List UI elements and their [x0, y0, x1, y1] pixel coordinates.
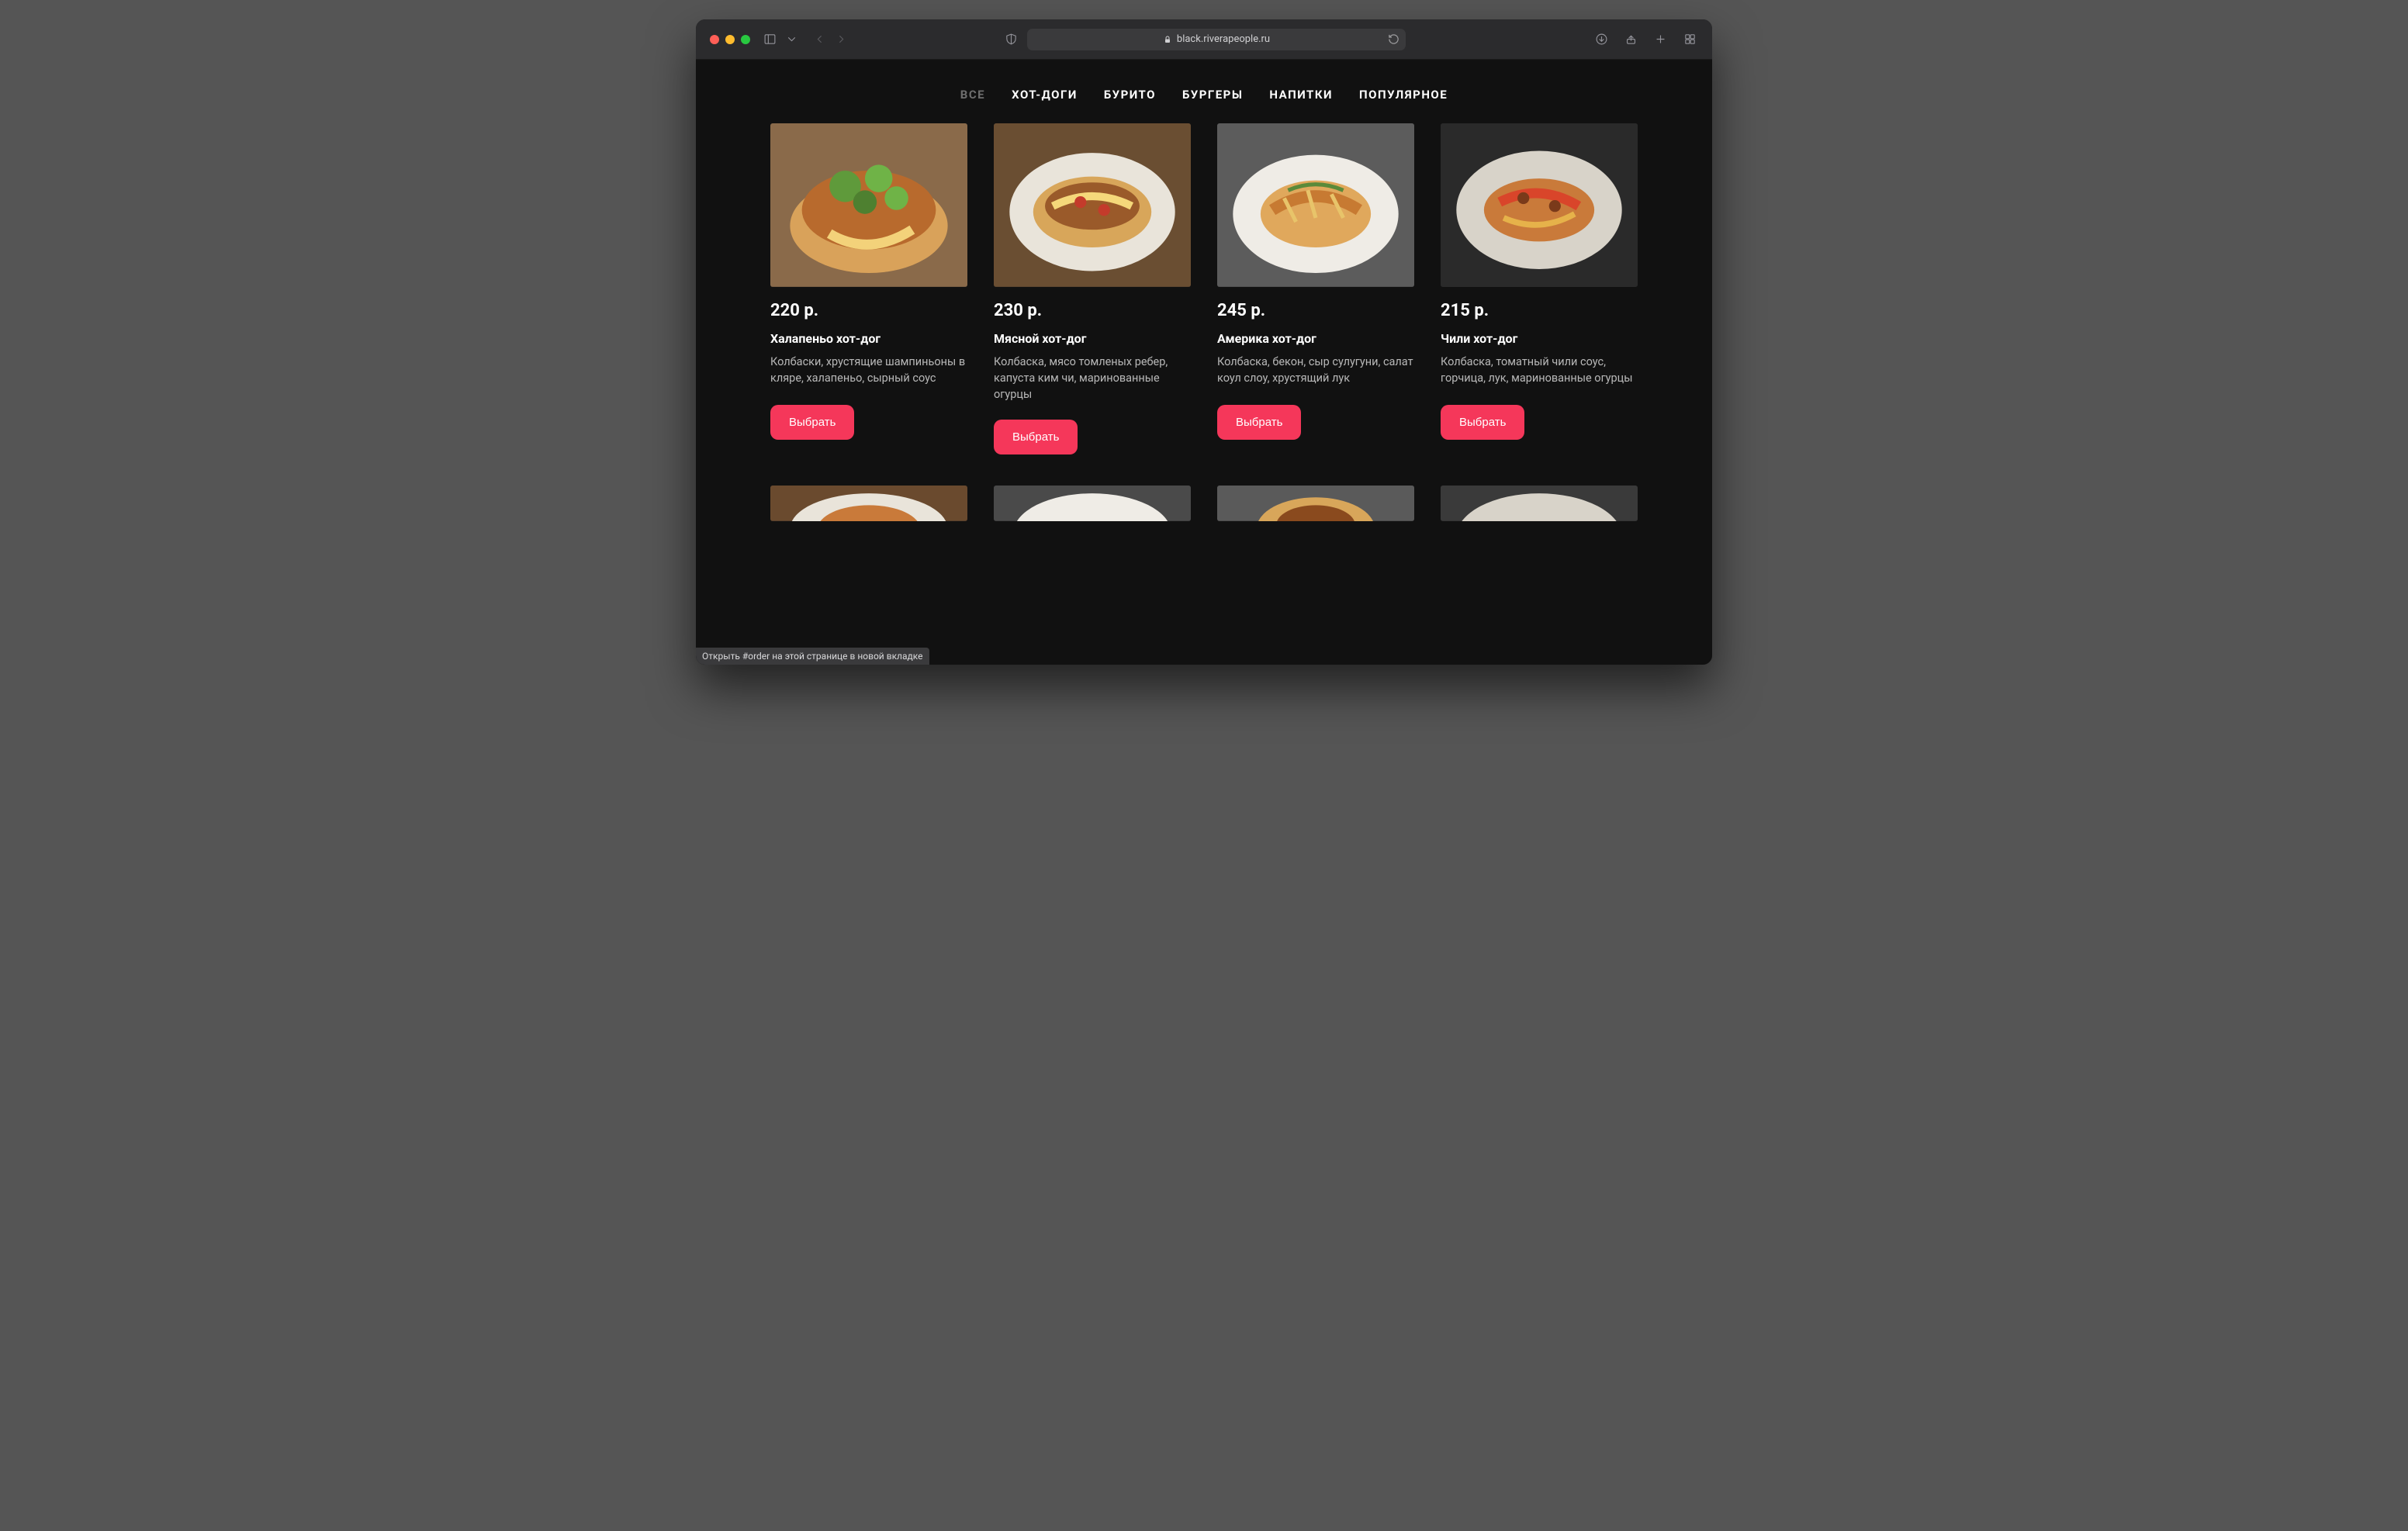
category-tab-all[interactable]: ВСЕ — [960, 88, 985, 102]
product-image[interactable] — [994, 486, 1191, 521]
sidebar-icon[interactable] — [761, 31, 778, 48]
product-grid: 220 р. Халапеньо хот-дог Колбаски, хруст… — [696, 123, 1712, 552]
product-image[interactable] — [1217, 486, 1414, 521]
product-title: Чили хот-дог — [1441, 331, 1638, 346]
choose-button[interactable]: Выбрать — [1441, 405, 1524, 440]
window-maximize-button[interactable] — [741, 35, 750, 44]
new-tab-icon[interactable] — [1652, 31, 1669, 48]
product-card: 220 р. Халапеньо хот-дог Колбаски, хруст… — [770, 123, 967, 454]
url-text: black.riverapeople.ru — [1177, 33, 1270, 45]
choose-button[interactable]: Выбрать — [994, 420, 1078, 454]
browser-titlebar: black.riverapeople.ru — [696, 19, 1712, 60]
category-tab-hotdogs[interactable]: ХОТ-ДОГИ — [1012, 88, 1078, 102]
privacy-shield-icon[interactable] — [1002, 31, 1019, 48]
product-image[interactable] — [1217, 123, 1414, 287]
product-description: Колбаска, томатный чили соус, горчица, л… — [1441, 354, 1638, 388]
share-icon[interactable] — [1622, 31, 1639, 48]
tab-overview-icon[interactable] — [1681, 31, 1698, 48]
product-description: Колбаски, хрустящие шампиньоны в кляре, … — [770, 354, 967, 388]
lock-icon — [1163, 35, 1172, 44]
address-bar[interactable]: black.riverapeople.ru — [1027, 29, 1406, 50]
product-card — [1441, 486, 1638, 521]
product-card: 215 р. Чили хот-дог Колбаска, томатный ч… — [1441, 123, 1638, 454]
window-controls — [710, 35, 750, 44]
product-description: Колбаска, мясо томленых ребер, капуста к… — [994, 354, 1191, 403]
product-title: Мясной хот-дог — [994, 331, 1191, 346]
category-tab-popular[interactable]: ПОПУЛЯРНОЕ — [1359, 88, 1448, 102]
status-tooltip: Открыть #order на этой странице в новой … — [696, 648, 929, 665]
product-card: 245 р. Америка хот-дог Колбаска, бекон, … — [1217, 123, 1414, 454]
product-price: 220 р. — [770, 301, 967, 320]
choose-button[interactable]: Выбрать — [1217, 405, 1301, 440]
category-tab-burgers[interactable]: БУРГЕРЫ — [1182, 88, 1243, 102]
reload-icon[interactable] — [1388, 33, 1399, 45]
downloads-icon[interactable] — [1593, 31, 1610, 48]
product-image[interactable] — [1441, 123, 1638, 287]
back-icon[interactable] — [811, 31, 828, 48]
product-title: Халапеньо хот-дог — [770, 331, 967, 346]
category-tab-burrito[interactable]: БУРИТО — [1104, 88, 1156, 102]
category-tab-drinks[interactable]: НАПИТКИ — [1269, 88, 1333, 102]
product-card: 230 р. Мясной хот-дог Колбаска, мясо том… — [994, 123, 1191, 454]
forward-icon[interactable] — [832, 31, 849, 48]
product-card — [1217, 486, 1414, 521]
choose-button[interactable]: Выбрать — [770, 405, 854, 440]
toolbar-right — [1593, 31, 1698, 48]
page-content: ВСЕ ХОТ-ДОГИ БУРИТО БУРГЕРЫ НАПИТКИ ПОПУ… — [696, 60, 1712, 665]
product-card — [770, 486, 967, 521]
product-image[interactable] — [994, 123, 1191, 287]
product-image[interactable] — [770, 486, 967, 521]
product-image[interactable] — [770, 123, 967, 287]
product-image[interactable] — [1441, 486, 1638, 521]
product-card — [994, 486, 1191, 521]
product-price: 215 р. — [1441, 301, 1638, 320]
category-nav: ВСЕ ХОТ-ДОГИ БУРИТО БУРГЕРЫ НАПИТКИ ПОПУ… — [696, 60, 1712, 123]
window-close-button[interactable] — [710, 35, 719, 44]
window-minimize-button[interactable] — [725, 35, 735, 44]
chevron-down-icon[interactable] — [783, 31, 800, 48]
product-price: 230 р. — [994, 301, 1191, 320]
browser-window: black.riverapeople.ru ВСЕ ХОТ-ДОГИ БУРИТ… — [696, 19, 1712, 665]
product-description: Колбаска, бекон, сыр сулугуни, салат коу… — [1217, 354, 1414, 388]
nav-arrows — [811, 31, 849, 48]
product-title: Америка хот-дог — [1217, 331, 1414, 346]
sidebar-toggle-group — [761, 31, 800, 48]
address-bar-wrap: black.riverapeople.ru — [1002, 29, 1406, 50]
product-price: 245 р. — [1217, 301, 1414, 320]
